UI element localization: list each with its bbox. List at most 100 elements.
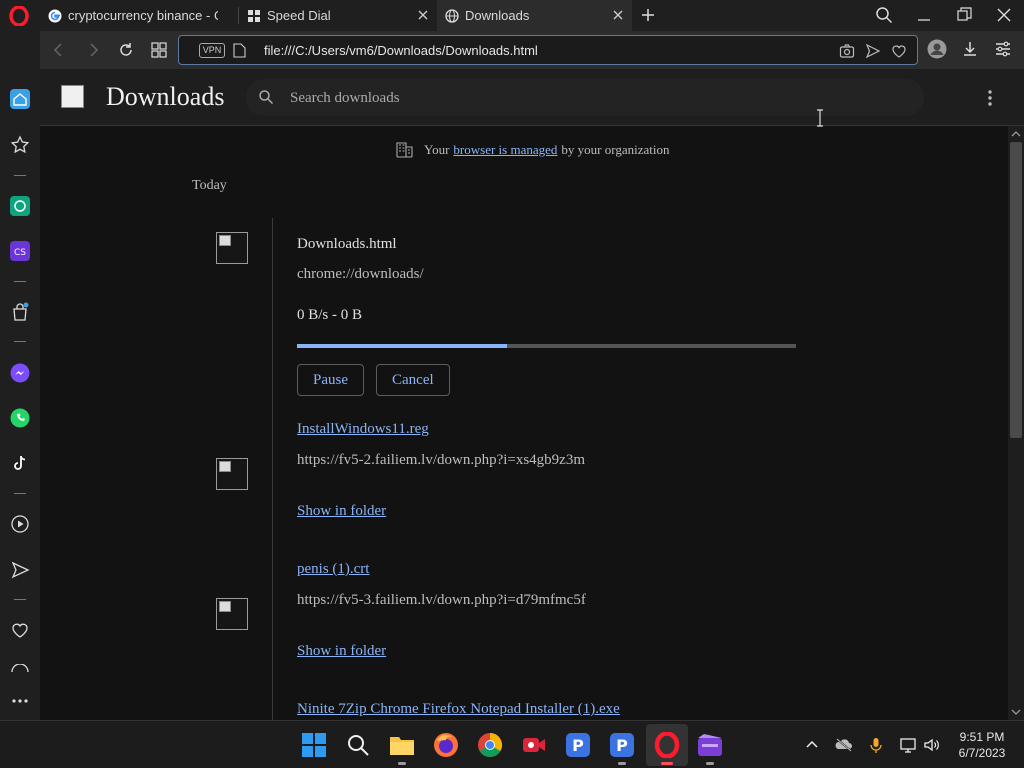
show-in-folder-link[interactable]: Show in folder: [297, 643, 386, 660]
tiktok-icon[interactable]: [10, 453, 30, 473]
svg-text:P: P: [572, 736, 584, 755]
file-page-icon[interactable]: [233, 43, 246, 58]
browser-toolbar: VPN file:///C:/Users/vm6/Downloads/Downl…: [40, 31, 1024, 69]
svg-text:P: P: [616, 736, 628, 755]
chatgpt-icon[interactable]: [10, 196, 30, 216]
page-title: Downloads: [106, 82, 225, 111]
volume-icon[interactable]: [923, 736, 941, 754]
tab-title: Speed Dial: [267, 8, 331, 23]
history-icon[interactable]: [10, 664, 30, 672]
clock-date: 6/7/2023: [958, 746, 1006, 760]
home-icon[interactable]: [10, 89, 30, 109]
file-icon: [216, 232, 248, 264]
address-bar[interactable]: VPN file:///C:/Users/vm6/Downloads/Downl…: [178, 35, 918, 65]
firefox-icon[interactable]: [433, 732, 459, 758]
screen-recorder-icon[interactable]: [521, 732, 547, 758]
sidebar-divider: [14, 175, 26, 176]
downloads-list: Your browser is managed by your organiza…: [40, 126, 1008, 720]
shopping-bag-icon[interactable]: [10, 302, 30, 322]
scrollbar-thumb[interactable]: [1010, 142, 1022, 438]
restore-icon[interactable]: [954, 5, 974, 25]
pause-button[interactable]: Pause: [297, 364, 364, 396]
download-source-url: chrome://downloads/: [297, 266, 424, 282]
clock-time: 9:51 PM: [959, 730, 1005, 744]
windows-start-icon[interactable]: [301, 732, 327, 758]
search-icon: [259, 90, 274, 105]
send-icon[interactable]: [10, 560, 30, 580]
snapshot-camera-icon[interactable]: [839, 43, 855, 59]
profile-avatar-icon[interactable]: [927, 39, 947, 59]
player-icon[interactable]: [10, 514, 30, 534]
opera-menu-icon[interactable]: [9, 6, 29, 26]
download-source-url: https://fv5-2.failiem.lv/down.php?i=xs4g…: [297, 452, 586, 468]
download-file-link[interactable]: Ninite 7Zip Chrome Firefox Notepad Insta…: [297, 701, 620, 718]
active-indicator: [661, 762, 673, 765]
cancel-button[interactable]: Cancel: [376, 364, 450, 396]
windows-search-icon[interactable]: [345, 732, 371, 758]
heart-icon[interactable]: [10, 620, 30, 640]
reload-icon[interactable]: [117, 41, 135, 59]
whatsapp-icon[interactable]: [10, 408, 30, 428]
timeline-divider: [272, 218, 273, 720]
text-cursor-icon: [817, 109, 823, 127]
managed-notice: Your browser is managed by your organiza…: [396, 141, 669, 158]
tab-google-search[interactable]: cryptocurrency binance - G: [40, 0, 238, 31]
date-section-label: Today: [192, 178, 227, 193]
easy-setup-icon[interactable]: [993, 39, 1013, 59]
forward-icon[interactable]: [84, 41, 102, 59]
tabs-overview-icon[interactable]: [150, 41, 168, 59]
p-app-icon[interactable]: P: [609, 732, 635, 758]
system-clock[interactable]: 9:51 PM 6/7/2023: [950, 729, 1014, 761]
vpn-badge[interactable]: VPN: [199, 43, 225, 58]
scroll-up-arrow-icon[interactable]: [1011, 129, 1021, 139]
back-icon[interactable]: [50, 41, 68, 59]
show-in-folder-link[interactable]: Show in folder: [297, 503, 386, 520]
opera-browser-icon[interactable]: [654, 732, 680, 758]
microphone-icon[interactable]: [867, 736, 885, 754]
more-actions-kebab-icon[interactable]: [984, 88, 996, 108]
close-tab-icon[interactable]: [610, 7, 626, 23]
chrome-icon[interactable]: [477, 732, 503, 758]
file-icon: [216, 598, 248, 630]
tab-search-icon[interactable]: [874, 5, 894, 25]
tab-downloads[interactable]: Downloads: [437, 0, 632, 31]
onedrive-offline-icon[interactable]: [835, 736, 853, 754]
search-input[interactable]: [290, 87, 890, 109]
url-text[interactable]: file:///C:/Users/vm6/Downloads/Downloads…: [264, 43, 538, 58]
close-window-icon[interactable]: [994, 5, 1014, 25]
clipchamp-icon[interactable]: [697, 732, 723, 758]
more-options-icon[interactable]: [10, 691, 30, 711]
pinboard-icon[interactable]: [10, 135, 30, 155]
building-icon: [396, 142, 413, 158]
messenger-icon[interactable]: [10, 363, 30, 383]
downloads-icon[interactable]: [960, 39, 980, 59]
download-progress-bar: [297, 344, 796, 348]
running-indicator: [398, 762, 406, 765]
sidebar-divider: [14, 281, 26, 282]
chatsonic-icon[interactable]: CS: [10, 241, 30, 261]
svg-text:CS: CS: [14, 248, 26, 258]
download-source-url: https://fv5-3.failiem.lv/down.php?i=d79m…: [297, 592, 586, 608]
minimize-icon[interactable]: [914, 5, 934, 25]
download-file-link[interactable]: InstallWindows11.reg: [297, 421, 429, 438]
tab-speed-dial[interactable]: Speed Dial: [239, 0, 437, 31]
close-tab-icon[interactable]: [415, 7, 431, 23]
running-indicator: [706, 762, 714, 765]
download-status: 0 B/s - 0 B: [297, 307, 363, 323]
send-to-flow-icon[interactable]: [865, 43, 881, 59]
file-icon: [216, 458, 248, 490]
scroll-down-arrow-icon[interactable]: [1011, 707, 1021, 717]
browser-managed-link[interactable]: browser is managed: [453, 142, 557, 158]
sidebar-divider: [14, 493, 26, 494]
page-scrollbar[interactable]: [1008, 126, 1024, 720]
network-icon[interactable]: [899, 736, 917, 754]
google-icon: [48, 9, 62, 22]
downloads-header: Downloads: [40, 69, 1024, 126]
new-tab-plus-icon[interactable]: [639, 6, 657, 24]
download-file-link[interactable]: penis (1).crt: [297, 561, 369, 578]
p-app-icon[interactable]: P: [565, 732, 591, 758]
tab-title: cryptocurrency binance - G: [68, 8, 218, 23]
chevron-up-icon[interactable]: [803, 736, 821, 754]
bookmark-heart-icon[interactable]: [891, 43, 907, 59]
file-explorer-icon[interactable]: [389, 732, 415, 758]
